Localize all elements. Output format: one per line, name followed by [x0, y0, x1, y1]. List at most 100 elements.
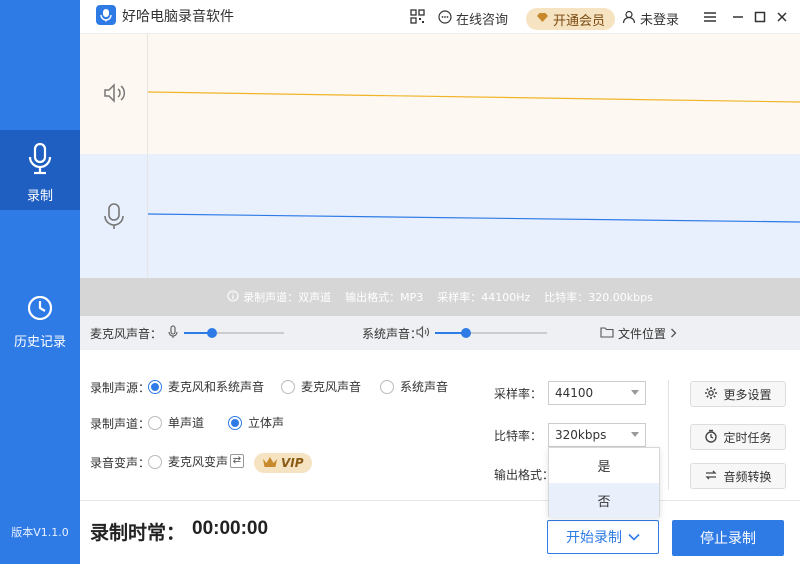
start-record-label: 开始录制 [566, 530, 622, 546]
sidebar-item-history[interactable]: 历史记录 [0, 294, 80, 354]
scheduled-task-label: 定时任务 [723, 430, 772, 445]
radio-dot [148, 454, 162, 469]
system-volume-label: 系统声音： [362, 327, 423, 341]
title-bar: 好哈电脑录音软件 在线咨询 开通会员 未登录 [80, 0, 800, 34]
system-volume-thumb[interactable] [461, 328, 472, 338]
radio-label: 系统声音 [400, 380, 449, 394]
diamond-icon [536, 12, 549, 27]
channel-option-mono[interactable]: 单声道 [148, 414, 204, 431]
radio-label: 立体声 [248, 416, 285, 430]
audio-convert-label: 音频转换 [723, 469, 772, 484]
gear-icon [704, 386, 718, 403]
open-vip-label: 开通会员 [553, 13, 606, 29]
microphone-icon [0, 142, 80, 179]
sidebar-item-label: 历史记录 [13, 335, 66, 350]
more-settings-label: 更多设置 [723, 387, 772, 402]
info-channel: 录制声道：双声道 [243, 291, 332, 304]
close-icon [777, 12, 787, 22]
bit-rate-select[interactable]: 320kbps [548, 423, 646, 447]
source-label: 录制声源： [90, 381, 151, 395]
sidebar-item-record[interactable]: 录制 [0, 130, 80, 210]
radio-dot [148, 379, 162, 394]
start-record-button[interactable]: 开始录制 [547, 520, 659, 554]
open-vip-button[interactable]: 开通会员 [526, 8, 616, 30]
mic-waveform-line [148, 213, 800, 223]
channel-option-stereo[interactable]: 立体声 [228, 414, 284, 431]
crown-icon [262, 456, 278, 471]
output-format-dropdown: 是 否 [548, 447, 660, 518]
file-location-button[interactable]: 文件位置 [600, 325, 677, 342]
minimize-icon [733, 16, 743, 18]
chat-icon [438, 9, 452, 28]
sample-rate-select[interactable]: 44100 [548, 381, 646, 405]
sample-rate-value: 44100 [555, 386, 594, 400]
settings-panel: 录制声源： 麦克风和系统声音 麦克风声音 系统声音 录制声道： 单声道 立体声 … [80, 350, 800, 500]
volume-row: 麦克风声音： 系统声音： 文件位置 [80, 316, 800, 350]
speaker-icon [102, 82, 128, 107]
source-option-mic[interactable]: 麦克风声音 [281, 378, 361, 395]
more-settings-button[interactable]: 更多设置 [690, 381, 786, 407]
system-waveform-panel [80, 34, 800, 154]
dropdown-option-yes[interactable]: 是 [549, 448, 659, 483]
online-consult-label: 在线咨询 [456, 13, 509, 28]
dropdown-option-no[interactable]: 否 [549, 483, 659, 518]
radio-dot [148, 415, 162, 430]
chevron-right-icon [670, 327, 677, 341]
source-option-mic-and-system[interactable]: 麦克风和系统声音 [148, 378, 264, 395]
info-bit-rate: 比特率：320.00kbps [544, 291, 653, 304]
swap-icon[interactable]: ⇄ [230, 454, 244, 468]
system-waveform-line [148, 91, 800, 103]
mic-volume-slider[interactable] [184, 328, 284, 338]
file-location-label: 文件位置 [618, 327, 667, 341]
voice-change-label: 录音变声： [90, 456, 151, 470]
radio-dot [228, 415, 242, 430]
info-sample-rate: 采样率：44100Hz [437, 291, 531, 304]
stop-record-button[interactable]: 停止录制 [672, 520, 784, 556]
app-logo-icon [96, 5, 116, 25]
channel-label: 录制声道： [90, 417, 151, 431]
menu-icon [704, 12, 716, 22]
radio-label: 麦克风声音 [301, 380, 362, 394]
bit-rate-value: 320kbps [555, 428, 607, 442]
info-icon [227, 289, 239, 305]
chevron-down-icon [628, 529, 640, 545]
user-icon [622, 10, 636, 28]
settings-divider [668, 380, 669, 490]
sidebar: 录制 历史记录 版本V1.1.0 [0, 0, 80, 564]
folder-icon [600, 326, 614, 341]
recording-info-bar: 录制声道：双声道 输出格式：MP3 采样率：44100Hz 比特率：320.00… [80, 278, 800, 316]
waveform-divider [147, 34, 148, 278]
chevron-down-icon [631, 390, 639, 395]
scheduled-task-button[interactable]: 定时任务 [690, 424, 786, 450]
speaker-small-icon [416, 325, 430, 342]
vip-badge[interactable]: VIP [254, 453, 312, 473]
qrcode-icon [410, 9, 425, 28]
mic-volume-label: 麦克风声音： [90, 327, 163, 341]
voice-change-option-mic[interactable]: 麦克风变声 [148, 453, 228, 470]
waveform-area [80, 34, 800, 278]
system-volume-slider[interactable] [435, 328, 547, 338]
stop-record-label: 停止录制 [700, 531, 756, 547]
sidebar-item-label: 录制 [26, 189, 53, 204]
radio-label: 单声道 [168, 416, 205, 430]
audio-convert-button[interactable]: 音频转换 [690, 463, 786, 489]
record-time-label: 录制时常： [90, 522, 186, 544]
menu-button[interactable] [702, 9, 718, 25]
qrcode-button[interactable] [410, 9, 425, 28]
app-title: 好哈电脑录音软件 [122, 9, 234, 25]
online-consult-button[interactable]: 在线咨询 [438, 9, 508, 28]
record-time-value: 00:00:00 [192, 518, 269, 539]
minimize-button[interactable] [730, 9, 746, 25]
close-button[interactable] [774, 9, 790, 25]
clock-icon [0, 294, 80, 325]
convert-icon [704, 468, 718, 485]
timer-icon [704, 429, 718, 446]
mic-volume-thumb[interactable] [207, 328, 217, 338]
login-label: 未登录 [640, 13, 680, 28]
chevron-down-icon [631, 432, 639, 437]
login-button[interactable]: 未登录 [622, 9, 679, 28]
bottom-bar: 录制时常： 00:00:00 开始录制 停止录制 [80, 500, 800, 564]
source-option-system[interactable]: 系统声音 [380, 378, 448, 395]
version-label: 版本V1.1.0 [11, 526, 69, 539]
maximize-button[interactable] [752, 9, 768, 25]
